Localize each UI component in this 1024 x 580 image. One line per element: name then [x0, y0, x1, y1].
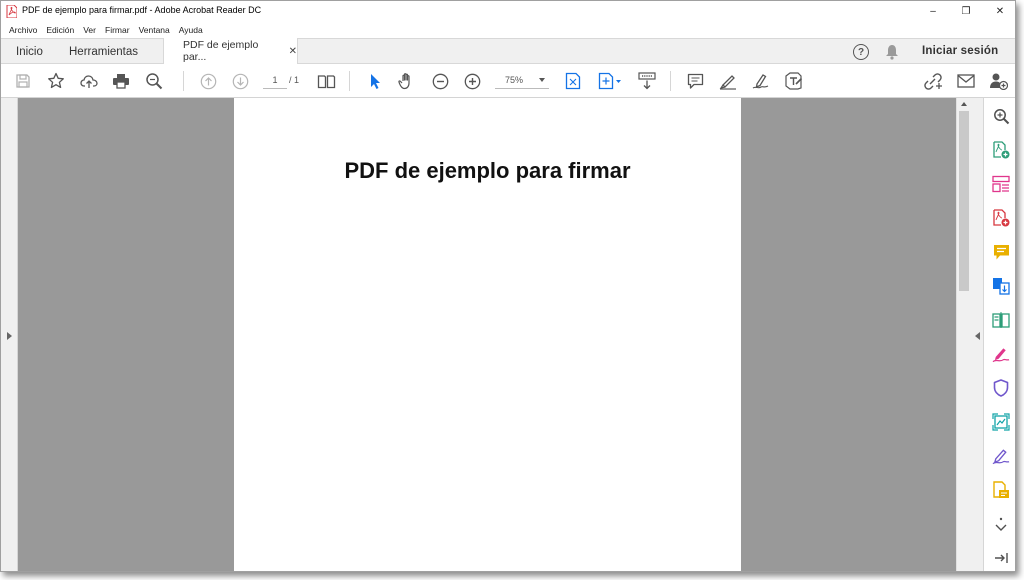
- page-number-input[interactable]: 1: [263, 72, 287, 89]
- search-zoom-icon[interactable]: [144, 71, 164, 91]
- menu-ver[interactable]: Ver: [83, 25, 96, 35]
- search-zoom-icon[interactable]: [992, 107, 1010, 125]
- bookmark-star-icon[interactable]: [46, 71, 66, 91]
- restore-button[interactable]: ❐: [949, 1, 983, 22]
- vertical-scrollbar[interactable]: [956, 98, 971, 571]
- scan-icon[interactable]: [992, 413, 1010, 431]
- left-panel-strip: [1, 98, 18, 571]
- comment-icon[interactable]: [685, 71, 705, 91]
- acrobat-app-icon: [6, 5, 17, 18]
- close-window-button[interactable]: ✕: [983, 1, 1015, 22]
- select-cursor-icon[interactable]: [365, 71, 385, 91]
- zoom-out-icon[interactable]: [430, 71, 450, 91]
- menu-firmar[interactable]: Firmar: [105, 25, 130, 35]
- document-canvas: PDF de ejemplo para firmar: [18, 98, 956, 571]
- export-pdf-icon[interactable]: [992, 209, 1010, 227]
- email-icon[interactable]: [956, 71, 976, 91]
- protect-shield-icon[interactable]: [992, 379, 1010, 397]
- collapse-panel-icon[interactable]: [992, 549, 1010, 567]
- edit-text-icon[interactable]: [783, 71, 803, 91]
- save-icon[interactable]: [13, 71, 33, 91]
- scroll-up-icon[interactable]: [961, 102, 967, 106]
- zoom-level-value: 75%: [505, 75, 524, 85]
- page-layout-icon[interactable]: [316, 71, 336, 91]
- add-person-icon[interactable]: [988, 71, 1008, 91]
- expand-left-panel-icon[interactable]: [7, 332, 12, 340]
- document-heading: PDF de ejemplo para firmar: [344, 158, 631, 183]
- menu-archivo[interactable]: Archivo: [9, 25, 37, 35]
- compare-icon[interactable]: [992, 311, 1010, 329]
- print-icon[interactable]: [111, 71, 131, 91]
- highlight-pen-icon[interactable]: [718, 71, 738, 91]
- page-up-icon[interactable]: [198, 71, 218, 91]
- upload-cloud-icon[interactable]: [79, 71, 99, 91]
- chevron-down-icon: [539, 78, 545, 82]
- collapse-right-panel-icon[interactable]: [975, 332, 980, 340]
- toolbar-separator: [349, 71, 350, 91]
- right-panel-strip: [971, 98, 984, 571]
- close-tab-icon[interactable]: ✕: [289, 46, 297, 57]
- menu-edicion[interactable]: Edición: [46, 25, 74, 35]
- hand-icon[interactable]: [397, 71, 417, 91]
- minimize-button[interactable]: –: [916, 1, 950, 22]
- sign-pen-icon[interactable]: [992, 447, 1010, 465]
- menu-ventana[interactable]: Ventana: [139, 25, 170, 35]
- send-for-review-icon[interactable]: [992, 481, 1010, 499]
- menu-bar: Archivo Edición Ver Firmar Ventana Ayuda: [1, 22, 1015, 37]
- window-title: PDF de ejemplo para firmar.pdf - Adobe A…: [22, 5, 262, 15]
- menu-ayuda[interactable]: Ayuda: [179, 25, 203, 35]
- tab-bar: Inicio Herramientas PDF de ejemplo par..…: [1, 38, 1015, 64]
- comment-icon[interactable]: [992, 243, 1010, 261]
- fill-sign-icon[interactable]: [992, 345, 1010, 363]
- tools-rail: [984, 98, 1015, 571]
- acrobat-window: PDF de ejemplo para firmar.pdf - Adobe A…: [0, 0, 1016, 572]
- tab-herramientas[interactable]: Herramientas: [69, 39, 138, 64]
- scroll-mode-icon[interactable]: [637, 71, 657, 91]
- page-total-label: / 1: [289, 75, 300, 85]
- more-tools-icon[interactable]: [992, 515, 1010, 533]
- fit-page-icon[interactable]: [563, 71, 583, 91]
- share-link-icon[interactable]: [923, 71, 943, 91]
- fill-sign-icon[interactable]: [751, 71, 771, 91]
- tab-document[interactable]: PDF de ejemplo par... ✕: [163, 38, 298, 64]
- zoom-in-icon[interactable]: [462, 71, 482, 91]
- create-pdf-icon[interactable]: [992, 141, 1010, 159]
- toolbar-separator: [670, 71, 671, 91]
- toolbar-separator: [183, 71, 184, 91]
- rotate-view-icon[interactable]: [597, 71, 623, 91]
- scrollbar-thumb[interactable]: [959, 111, 969, 291]
- organize-pages-icon[interactable]: [992, 175, 1010, 193]
- help-icon[interactable]: ?: [853, 44, 869, 60]
- sign-in-button[interactable]: Iniciar sesión: [922, 45, 998, 57]
- tab-document-label: PDF de ejemplo par...: [183, 39, 259, 63]
- tab-inicio[interactable]: Inicio: [16, 39, 43, 64]
- page-down-icon[interactable]: [230, 71, 250, 91]
- title-bar: PDF de ejemplo para firmar.pdf - Adobe A…: [1, 1, 1015, 22]
- combine-files-icon[interactable]: [992, 277, 1010, 295]
- pdf-page: PDF de ejemplo para firmar: [234, 98, 741, 571]
- bell-icon[interactable]: [885, 44, 899, 60]
- zoom-level-select[interactable]: 75%: [495, 72, 549, 89]
- main-toolbar: 1 / 1 75%: [1, 64, 1015, 98]
